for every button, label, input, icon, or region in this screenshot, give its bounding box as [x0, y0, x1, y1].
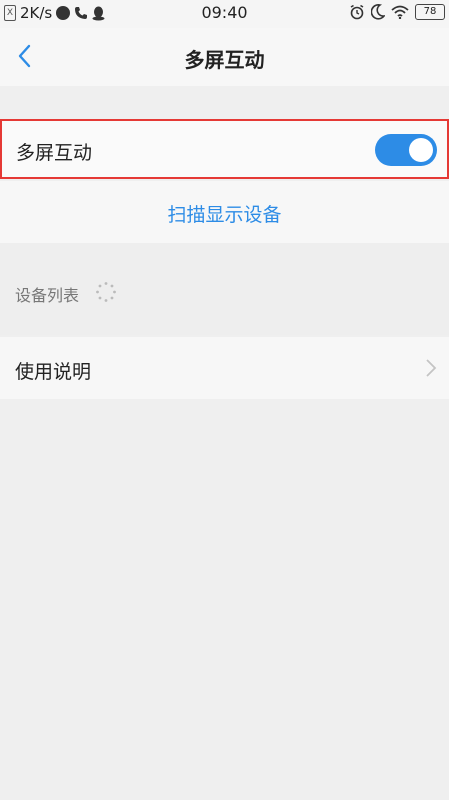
page-title: 多屏互动 — [184, 48, 265, 72]
status-right: 78 — [349, 4, 445, 20]
scan-devices-link[interactable]: 扫描显示设备 — [0, 200, 449, 227]
status-bar: X 2K/s 09:40 78 — [0, 0, 449, 28]
screen: X 2K/s 09:40 78 多屏互动 多屏互动 扫描显示设备 设备列表 使用… — [0, 0, 449, 800]
device-list-section: 设备列表 — [0, 243, 449, 335]
device-list-label: 设备列表 — [15, 286, 80, 305]
loading-spinner-icon — [96, 282, 116, 302]
chevron-right-icon — [426, 359, 437, 377]
alarm-icon — [350, 4, 364, 20]
multiscreen-switch[interactable] — [375, 134, 437, 166]
do-not-disturb-moon-icon — [371, 4, 385, 20]
scan-row: 扫描显示设备 — [0, 181, 449, 243]
battery-icon: 78 — [415, 4, 445, 20]
switch-knob — [409, 138, 433, 162]
instructions-label: 使用说明 — [15, 361, 92, 383]
multiscreen-label: 多屏互动 — [16, 142, 93, 164]
multiscreen-toggle-row[interactable]: 多屏互动 — [0, 119, 449, 179]
wifi-icon — [391, 5, 409, 19]
instructions-row[interactable]: 使用说明 — [0, 337, 449, 399]
title-bar: 多屏互动 — [0, 28, 449, 86]
